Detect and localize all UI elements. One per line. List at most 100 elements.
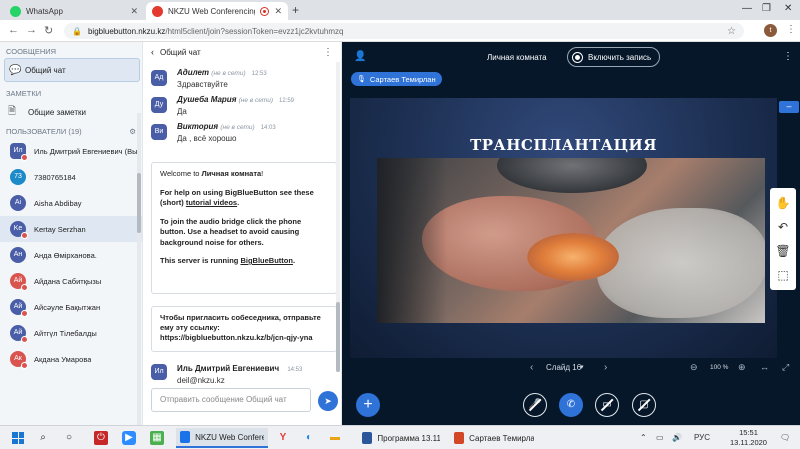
server-text: This server is running (160, 256, 241, 265)
user-list-item[interactable]: Ай Айсәуле Бақытжан (0, 294, 142, 320)
zoom-app-icon[interactable]: ▶ (122, 431, 136, 445)
user-list-item[interactable]: Ай Айтгүл Тілебалды (0, 320, 142, 346)
star-icon[interactable]: ☆ (727, 26, 736, 37)
user-list-toggle-icon[interactable]: 👤 (354, 51, 366, 62)
yandex-icon[interactable]: Y (276, 431, 290, 445)
trash-icon[interactable]: 🗑 (775, 244, 790, 258)
zoom-out-icon[interactable]: ⊖ (690, 362, 698, 373)
zoom-in-icon[interactable]: ⊕ (738, 362, 746, 373)
user-list-item[interactable]: Ke Kertay Serzhan (0, 216, 142, 242)
chrome-icon (180, 431, 191, 443)
leave-audio-button[interactable]: ✆ (559, 393, 583, 417)
scrollbar-thumb[interactable] (137, 173, 141, 233)
new-tab-button[interactable]: + (292, 3, 299, 17)
gear-icon[interactable]: ⚙ (129, 127, 136, 136)
scrollbar-thumb[interactable] (336, 302, 340, 372)
fit-width-icon[interactable]: ↔ (760, 362, 769, 372)
reload-icon[interactable]: ↻ (44, 24, 53, 37)
zoom-level: 100 % (710, 364, 729, 371)
taskbar-app[interactable]: Сартаев Темирлан... (450, 428, 538, 448)
record-button[interactable]: Включить запись (567, 47, 661, 67)
user-list-item[interactable]: 73 7380765184 (0, 164, 142, 190)
shared-notes-item[interactable]: 🗎 Общие заметки (0, 100, 142, 124)
task-view-icon[interactable]: ○ (62, 431, 76, 445)
mute-button[interactable]: 🎤 (523, 393, 547, 417)
chat-scrollbar[interactable] (336, 62, 340, 372)
chat-message: Ви Виктория (не в сети) 14:03 Да , всё хоро… (143, 122, 341, 143)
share-screen-button[interactable]: ▢ (632, 393, 656, 417)
actions-plus-button[interactable]: + (356, 393, 380, 417)
message-time: 14:03 (260, 125, 276, 131)
chat-message-input[interactable]: Отправить сообщение Общий чат (151, 388, 311, 412)
previous-slide-icon[interactable]: ‹ (530, 362, 533, 373)
shared-notes-label: Общие заметки (28, 107, 86, 117)
chat-header: ‹ Общий чат ⋮ (143, 42, 341, 62)
tab-whatsapp[interactable]: WhatsApp ✕ (4, 2, 144, 20)
avatar: Ил (151, 364, 167, 380)
send-button[interactable]: ➤ (318, 391, 338, 411)
users-scrollbar[interactable] (137, 113, 141, 425)
share-webcam-button[interactable]: ▭ (595, 393, 619, 417)
tutorial-link[interactable]: tutorial videos (186, 198, 237, 207)
slide-selector[interactable]: Слайд 16 (546, 363, 581, 372)
notes-heading: ЗАМЕТКИ (6, 89, 42, 98)
bbb-favicon-icon (152, 5, 163, 17)
windows-start-icon[interactable] (12, 432, 24, 444)
presenter-badge: 🎙 Сартаев Темирлан (351, 72, 442, 86)
chat-options-icon[interactable]: ⋮ (323, 47, 333, 58)
options-menu-icon[interactable]: ⋮ (783, 51, 793, 62)
maximize-icon[interactable]: ❐ (762, 3, 771, 14)
clock[interactable]: 15:51 13.11.2020 (730, 428, 767, 448)
tab-conference[interactable]: NKZU Web Conferencing - / ✕ (146, 2, 288, 20)
network-icon[interactable]: ▭ (656, 433, 664, 442)
taskbar-app-label: Сартаев Темирлан... (469, 433, 534, 443)
back-icon[interactable]: ← (8, 24, 19, 36)
taskbar-app[interactable]: NKZU Web Conferen... (176, 428, 268, 448)
slide-photo (377, 158, 765, 323)
chat-title[interactable]: Общий чат (160, 48, 201, 57)
invite-link[interactable]: https://bigbluebutton.nkzu.kz/b/jcn-qjy-… (160, 333, 328, 343)
taskbar-app-label: NKZU Web Conferen... (195, 432, 264, 442)
forward-icon[interactable]: → (26, 24, 37, 36)
undo-icon[interactable]: ↶ (778, 220, 788, 234)
tray-chevron-icon[interactable]: ⌃ (640, 433, 647, 442)
chevron-left-icon[interactable]: ‹ (151, 47, 154, 57)
profile-avatar[interactable]: t (764, 24, 777, 37)
whiteboard-icon[interactable]: ⬚ (777, 268, 788, 282)
search-icon[interactable]: ⌕ (36, 431, 50, 445)
edge-icon[interactable]: ◐ (302, 431, 316, 445)
url-input[interactable]: 🔒 bigbluebutton.nkzu.kz/html5client/join… (64, 23, 744, 39)
language-indicator[interactable]: РУС (694, 433, 710, 442)
room-title: Личная комната (487, 53, 547, 62)
presentation-slide[interactable]: ТРАНСПЛАНТАЦИЯ (350, 98, 777, 358)
public-chat-item[interactable]: 💬 Общий чат (4, 58, 140, 82)
avatar: 73 (10, 169, 26, 185)
window-close-icon[interactable]: ✕ (784, 3, 792, 14)
user-list-item[interactable]: Ай Айдана Сабитқызы (0, 268, 142, 294)
volume-icon[interactable]: 🔊 (672, 433, 682, 442)
power-app-icon[interactable]: ⏻ (94, 431, 108, 445)
user-list-item[interactable]: Ан Анда Өмірханова. (0, 242, 142, 268)
spreadsheet-app-icon[interactable]: ▦ (150, 431, 164, 445)
minimize-icon[interactable]: — (742, 3, 752, 14)
folder-icon[interactable]: ▬ (328, 431, 342, 445)
user-list-item[interactable]: Ил Иль Дмитрий Евгениевич (Вы) (0, 138, 142, 164)
powerpoint-icon (454, 432, 465, 444)
user-list-item[interactable]: Ак Акдана Умарова (0, 346, 142, 372)
hand-icon[interactable]: ✋ (776, 196, 791, 210)
close-icon[interactable]: ✕ (130, 6, 138, 17)
user-list-panel: СООБЩЕНИЯ 💬 Общий чат ЗАМЕТКИ 🗎 Общие за… (0, 42, 143, 425)
message-author: Виктория (177, 122, 219, 131)
next-slide-icon[interactable]: › (604, 362, 607, 373)
server-suffix: . (292, 256, 296, 265)
browser-menu-icon[interactable]: ⋮ (786, 24, 796, 35)
users-header: ПОЛЬЗОВАТЕЛИ (19) ⚙ (0, 124, 142, 138)
user-list-item[interactable]: Ai Aisha Abdibay (0, 190, 142, 216)
fullscreen-icon[interactable]: ⤢ (782, 362, 789, 373)
presenter-name: Сартаев Темирлан (369, 74, 436, 84)
close-icon[interactable]: ✕ (274, 6, 282, 17)
minimize-presentation-button[interactable]: – (779, 101, 799, 113)
notifications-icon[interactable]: 🗨 (780, 433, 790, 442)
taskbar-app[interactable]: Программа 13.11.... (358, 428, 444, 448)
bbb-link[interactable]: BigBlueButton (240, 256, 293, 265)
